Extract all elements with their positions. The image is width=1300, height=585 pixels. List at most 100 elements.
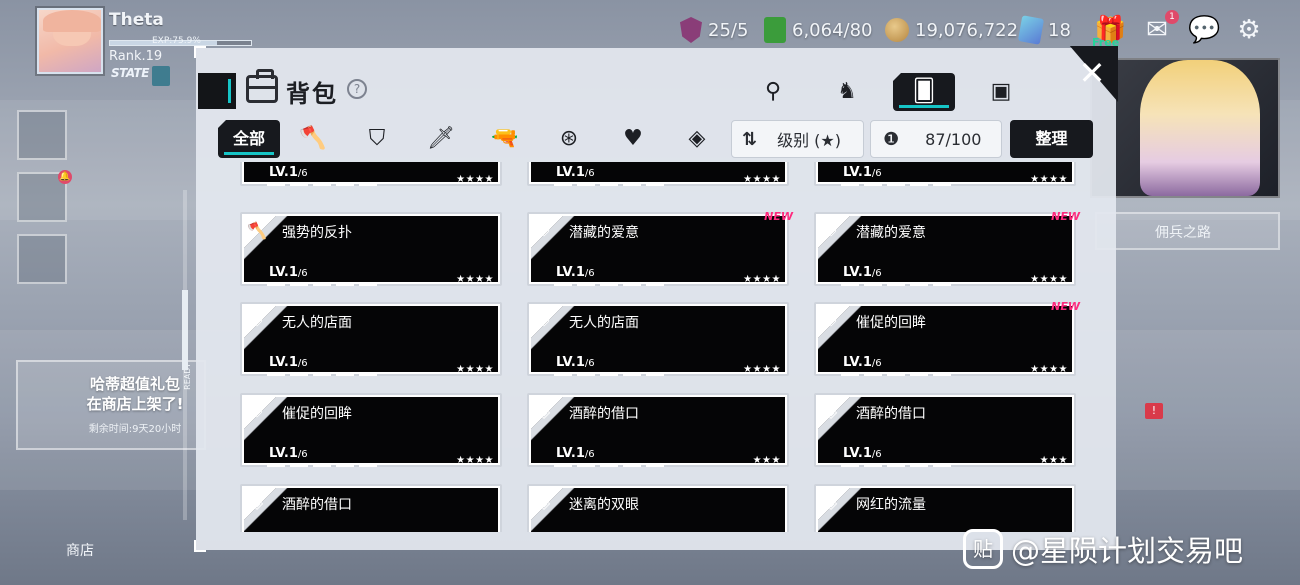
- corner-marker: [194, 540, 206, 552]
- card-name: 迷离的双眼: [569, 497, 639, 513]
- item-card[interactable]: LV.1/6 ★★★★: [240, 162, 502, 186]
- card-level: LV.1/6: [556, 446, 595, 461]
- card-icon: ◈: [250, 493, 264, 512]
- title-accent: [198, 73, 236, 109]
- item-card[interactable]: ◈ 迷离的双眼 LV.1/6: [527, 484, 789, 532]
- energy-resource[interactable]: 6,064/80: [764, 15, 873, 45]
- filter-all[interactable]: 全部: [218, 120, 280, 158]
- card-level: LV.1/6: [269, 355, 308, 370]
- capacity-button[interactable]: ❶ 87/100: [870, 120, 1002, 158]
- item-card[interactable]: ⛉ 催促的回眸 LV.1/6 ★★★★ NEW: [814, 300, 1080, 376]
- level-bars: [554, 283, 664, 286]
- stamina-icon: [680, 17, 702, 43]
- diamond-icon[interactable]: [17, 234, 67, 284]
- bag-icon: [246, 69, 278, 103]
- card-icon: ◈: [537, 402, 551, 421]
- mail-badge: 1: [1165, 10, 1179, 24]
- card-level: LV.1/6: [556, 165, 595, 180]
- new-tag: NEW: [764, 210, 793, 223]
- news-icon[interactable]: [17, 110, 67, 160]
- card-level: LV.1/6: [843, 355, 882, 370]
- level-bars: [267, 183, 377, 186]
- card-grid[interactable]: LV.1/6 ★★★★ LV.1/6 ★★★★ LV.1/6 ★★★★ 🪓 强势…: [216, 162, 1100, 532]
- capacity-value: 87/100: [925, 129, 982, 149]
- level-bars: [554, 464, 664, 467]
- item-card[interactable]: ⛉ 无人的店面 LV.1/6 ★★★★: [527, 302, 789, 376]
- crystal-resource[interactable]: 18: [1017, 15, 1071, 45]
- close-button[interactable]: ✕: [1072, 53, 1112, 93]
- exp-text: EXP:75.9%: [152, 36, 201, 46]
- gun-filter-icon[interactable]: 🔫: [486, 120, 524, 158]
- card-name: 催促的回眸: [282, 406, 352, 422]
- player-rank: Rank.19: [109, 49, 163, 64]
- axe-icon: 🪓: [247, 221, 267, 240]
- level-bars: [267, 373, 377, 376]
- card-stars: ★★★★: [1030, 174, 1068, 185]
- tab-person-pin[interactable]: ⚲: [742, 73, 804, 111]
- energy-value: 6,064/80: [792, 19, 873, 41]
- tab-character[interactable]: ♞: [816, 73, 878, 111]
- item-card[interactable]: 🪓 强势的反扑 LV.1/6 ★★★★: [240, 212, 502, 286]
- card-name: 无人的店面: [569, 315, 639, 331]
- level-bars: [267, 283, 377, 286]
- sword-filter-icon[interactable]: 🗡: [422, 120, 460, 158]
- chat-icon[interactable]: 💬: [1188, 15, 1220, 45]
- item-card[interactable]: ◈ 酒醉的借口 LV.1/6 ★★★: [814, 393, 1076, 467]
- stamina-resource[interactable]: 25/5: [680, 15, 748, 45]
- bag-title: 背包: [286, 80, 338, 108]
- item-card[interactable]: ⛉ 潜藏的爱意 LV.1/6 ★★★★ NEW: [814, 210, 1080, 286]
- card-level: LV.1/6: [843, 165, 882, 180]
- tab-cards[interactable]: 🂠: [893, 73, 955, 111]
- new-tag: NEW: [1051, 300, 1080, 313]
- alert-icon: !: [1145, 403, 1163, 419]
- item-card[interactable]: ◈ 酒醉的借口 LV.1/6 ★★★: [527, 393, 789, 467]
- card-level: LV.1/6: [269, 446, 308, 461]
- new-tag: NEW: [1051, 210, 1080, 223]
- item-card[interactable]: LV.1/6 ★★★★: [527, 162, 789, 186]
- help-icon[interactable]: ?: [347, 79, 367, 99]
- player-name: Theta: [109, 10, 164, 30]
- heart-filter-icon[interactable]: ♥: [614, 120, 652, 158]
- item-card[interactable]: ⛉ 无人的店面 LV.1/6 ★★★★: [240, 302, 502, 376]
- card-filter-icon[interactable]: ◈: [678, 120, 716, 158]
- scroll-thumb[interactable]: [182, 290, 188, 370]
- card-stars: ★★★★: [456, 364, 494, 375]
- item-card[interactable]: ⛉ 催促的回眸 LV.1/6 ★★★★: [240, 393, 502, 467]
- shield-icon: ⛉: [250, 402, 263, 421]
- level-bars: [554, 183, 664, 186]
- settings-icon[interactable]: ⚙: [1234, 15, 1264, 45]
- shop-label[interactable]: 商店: [66, 540, 94, 560]
- card-stars: ★★★★: [1030, 364, 1068, 375]
- card-stars: ★★★★: [456, 174, 494, 185]
- battery-icon: [764, 17, 786, 43]
- tab-box[interactable]: ▣: [970, 73, 1032, 111]
- player-avatar[interactable]: [37, 8, 103, 74]
- shield-icon: ⛉: [824, 221, 837, 240]
- card-name: 强势的反扑: [282, 225, 352, 241]
- coin-value: 19,076,722: [915, 19, 1019, 41]
- item-card[interactable]: LV.1/6 ★★★★: [814, 162, 1076, 186]
- capacity-icon: ❶: [883, 128, 900, 150]
- card-stars: ★★★★: [743, 174, 781, 185]
- card-name: 潜藏的爱意: [856, 225, 926, 241]
- card-level: LV.1/6: [269, 165, 308, 180]
- shield-filter-icon[interactable]: ⛉: [358, 120, 396, 158]
- card-stars: ★★★★: [456, 274, 494, 285]
- coin-resource[interactable]: 19,076,722: [885, 15, 1018, 45]
- target-filter-icon[interactable]: ⊛: [550, 120, 588, 158]
- axe-filter-icon[interactable]: 🪓: [294, 120, 332, 158]
- level-bars: [841, 373, 951, 376]
- stamina-value: 25/5: [708, 19, 749, 41]
- sort-button[interactable]: ⇅ 级别 (★): [731, 120, 864, 158]
- card-icon: ◈: [824, 402, 838, 421]
- mission-label: 佣兵之路: [1155, 225, 1211, 241]
- item-card[interactable]: ⛉ 潜藏的爱意 LV.1/6 ★★★★ NEW: [527, 210, 793, 286]
- card-name: 酒醉的借口: [282, 497, 352, 513]
- card-name: 网红的流量: [856, 497, 926, 513]
- arrange-button[interactable]: 整理: [1010, 120, 1093, 158]
- watermark-text: @星陨计划交易吧: [1011, 534, 1244, 568]
- shield-icon: ⛉: [537, 311, 550, 330]
- shield-icon: ⛉: [250, 311, 263, 330]
- item-card[interactable]: ◈ 酒醉的借口 LV.1/6: [240, 484, 502, 532]
- item-card[interactable]: ◈ 网红的流量 LV.1/6: [814, 484, 1076, 532]
